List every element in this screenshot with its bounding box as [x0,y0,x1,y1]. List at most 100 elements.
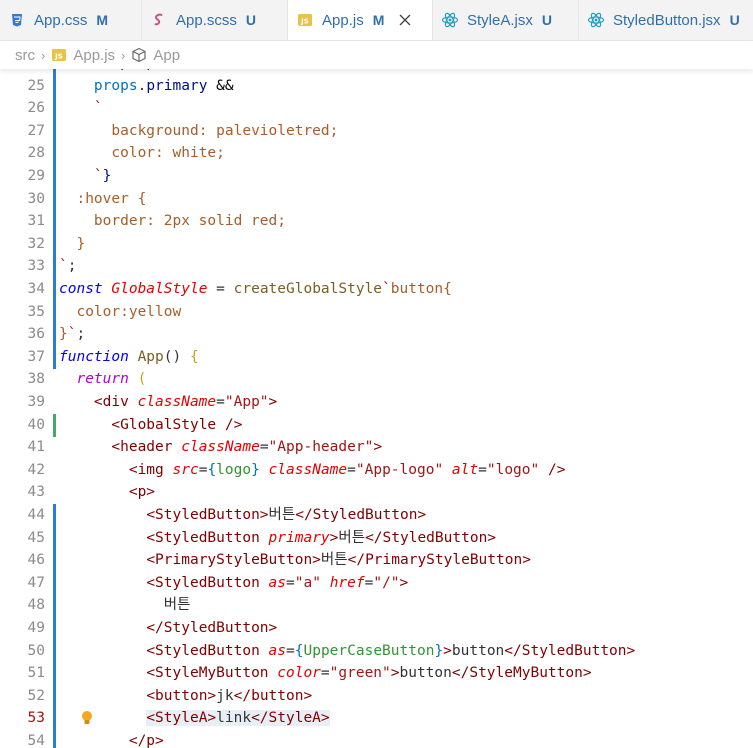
code-editor[interactable]: 24 ${(props) =>25 props.primary &&26 `27… [0,69,753,748]
code-token: props [93,77,138,94]
code-line[interactable]: 52 <button>jk</button> [0,684,753,708]
git-gutter-indicator[interactable] [53,368,56,391]
git-gutter-indicator[interactable] [53,639,56,663]
code-token: ` [59,258,68,275]
code-token: createGlobalStyle [233,281,383,297]
breadcrumb-symbol[interactable]: App [153,47,180,64]
git-gutter-indicator[interactable] [53,684,56,708]
git-gutter-indicator[interactable] [53,481,56,504]
git-gutter-indicator[interactable] [53,504,56,527]
code-token: } [59,326,68,343]
code-line[interactable]: 47 <StyledButton as="a" href="/"> [0,571,753,595]
code-token: ${(props) => [94,69,199,71]
code-line[interactable]: 51 <StyleMyButton color="green">button</… [0,662,753,686]
git-gutter-indicator[interactable] [53,571,56,595]
code-token: "App-logo" [355,461,444,478]
code-line[interactable]: 45 <StyledButton primary>버튼</StyledButto… [0,526,753,550]
git-gutter-indicator[interactable] [53,323,56,347]
git-gutter-indicator[interactable] [53,345,56,369]
tab-stylea-jsx[interactable]: StyleA.jsx U [433,0,579,40]
code-line[interactable]: 34 const GlobalStyle = createGlobalStyle`… [0,278,753,301]
git-gutter-indicator[interactable] [53,549,56,573]
line-number: 47 [27,574,45,591]
code-line[interactable]: 38 return ( [0,368,753,391]
code-line[interactable]: 30 :hover { [0,187,753,211]
git-gutter-indicator[interactable] [53,232,56,256]
tab-app-scss[interactable]: App.scss U [142,0,288,40]
git-gutter-indicator[interactable] [53,413,56,437]
line-number: 39 [27,394,45,410]
git-gutter-indicator[interactable] [53,526,56,550]
code-token: 버튼 [268,507,296,523]
code-line[interactable]: 54 </p> [0,730,753,748]
git-gutter-indicator[interactable] [53,165,56,188]
code-line[interactable]: 53 <StyleA>link</StyleA> [0,707,753,731]
code-line[interactable]: 40 <GlobalStyle /> [0,413,753,437]
code-token: button [399,665,452,682]
git-gutter-indicator[interactable] [53,119,56,143]
git-gutter-indicator[interactable] [53,300,56,324]
code-line[interactable]: 25 props.primary && [0,74,753,98]
git-gutter-indicator[interactable] [53,594,56,618]
code-line[interactable]: 29 `} [0,165,753,188]
code-token: button{ [390,281,452,297]
breadcrumb-file[interactable]: App.js [73,47,115,64]
code-text: const GlobalStyle = createGlobalStyle`bu… [59,278,452,301]
git-gutter-indicator[interactable] [53,459,56,482]
tab-app-js[interactable]: JS App.js M [288,0,433,40]
tab-label: StyledButton.jsx [613,11,721,29]
code-token: color: white; [111,145,225,162]
code-token: { [207,461,217,478]
code-line[interactable]: 50 <StyledButton as={UpperCaseButton}>bu… [0,639,753,663]
code-token: App [137,348,164,365]
code-line[interactable]: 26 ` [0,97,753,121]
line-number: 26 [27,100,45,117]
css-file-icon [8,11,26,29]
code-line[interactable]: 43 <p> [0,481,753,504]
git-gutter-indicator[interactable] [53,74,56,98]
code-token: ` [382,281,391,297]
code-line[interactable]: 44 <StyledButton>버튼</StyledButton> [0,504,753,527]
breadcrumb-folder[interactable]: src [15,47,35,64]
git-gutter-indicator[interactable] [53,187,56,211]
code-line[interactable]: 33 `; [0,255,753,279]
code-token: && [216,77,234,94]
code-line[interactable]: 37 function App() { [0,345,753,369]
code-text: <p> [59,481,155,504]
code-line[interactable]: 35 color:yellow [0,300,753,324]
tab-styledbutton-jsx[interactable]: StyledButton.jsx U [579,0,753,40]
code-token: () [163,348,190,365]
code-line[interactable]: 42 <img src={logo} className="App-logo" … [0,459,753,482]
code-text: <StyledButton>버튼</StyledButton> [59,504,426,527]
git-gutter-indicator[interactable] [53,142,56,166]
code-line[interactable]: 27 background: palevioletred; [0,119,753,143]
code-line[interactable]: 31 border: 2px solid red; [0,210,753,234]
code-line[interactable]: 28 color: white; [0,142,753,166]
git-gutter-indicator[interactable] [53,278,56,301]
code-line[interactable]: 46 <PrimaryStyleButton>버튼</PrimaryStyleB… [0,549,753,573]
tab-app-css[interactable]: App.css M [0,0,142,40]
git-gutter-indicator[interactable] [53,255,56,279]
code-line[interactable]: 48 버튼 [0,594,753,618]
code-token: = [259,439,269,456]
git-gutter-indicator[interactable] [53,97,56,121]
code-line[interactable]: 39 <div className="App"> [0,391,753,414]
git-gutter-indicator[interactable] [53,617,56,640]
code-line[interactable]: 49 </StyledButton> [0,617,753,640]
git-gutter-indicator[interactable] [53,707,56,731]
code-line[interactable]: 32 } [0,232,753,256]
code-line[interactable]: 41 <header className="App-header"> [0,436,753,459]
code-token: link [216,710,252,727]
git-gutter-indicator[interactable] [53,662,56,686]
code-text: ` [59,97,103,120]
git-gutter-indicator[interactable] [53,730,56,748]
tab-label: App.js [322,11,364,29]
git-gutter-indicator[interactable] [53,436,56,459]
git-gutter-indicator[interactable] [53,391,56,414]
git-gutter-indicator[interactable] [53,210,56,234]
close-icon[interactable] [397,12,413,28]
code-line[interactable]: 36}`; [0,323,753,347]
